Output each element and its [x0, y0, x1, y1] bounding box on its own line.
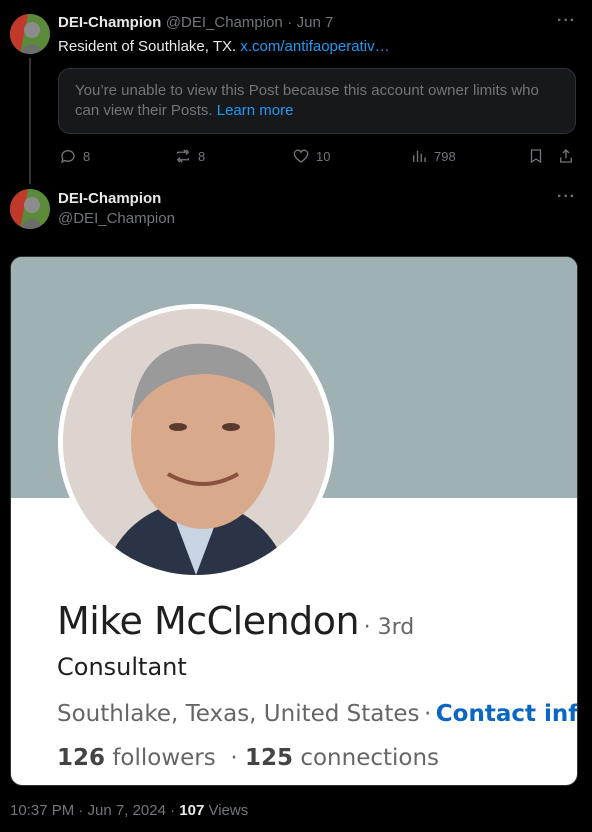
profile-location: Southlake, Texas, United States	[57, 701, 420, 727]
profile-name-row: Mike McClendon · 3rd	[57, 599, 414, 643]
followers-label: followers	[112, 745, 216, 771]
views-button[interactable]: 798	[410, 147, 456, 165]
connection-degree: · 3rd	[363, 615, 415, 640]
tweet-body: Resident of Southlake, TX.	[58, 38, 237, 55]
tweet-date[interactable]: Jun 7	[297, 14, 334, 31]
tweet-link[interactable]: x.com/antifaoperativ…	[240, 38, 389, 55]
author-name[interactable]: DEI-Champion	[58, 14, 161, 31]
avatar[interactable]	[10, 189, 50, 229]
avatar-image	[10, 14, 50, 54]
connections-count: 125	[245, 745, 294, 771]
tweet-timestamp[interactable]: 10:37 PM · Jun 7, 2024 ·	[10, 802, 175, 819]
repost-button[interactable]: 8	[174, 147, 205, 165]
profile-headline: Consultant	[57, 653, 187, 681]
views-count: 798	[434, 148, 456, 164]
author-handle[interactable]: @DEI_Champion	[166, 14, 283, 31]
connections-label: connections	[300, 745, 440, 771]
profile-photo	[58, 304, 334, 580]
tweet-header: DEI-Champion @DEI_Champion · Jun 7	[58, 14, 333, 32]
views-number: 107	[179, 802, 205, 819]
views-label: Views	[208, 802, 249, 819]
reply-icon	[60, 150, 75, 164]
stats-separator: ·	[230, 745, 238, 771]
profile-stats: 126 followers · 125 connections	[57, 745, 439, 771]
repost-icon	[176, 149, 190, 163]
bookmark-icon	[530, 149, 542, 164]
restricted-post-notice: You’re unable to view this Post because …	[58, 68, 576, 134]
author-name[interactable]: DEI-Champion	[58, 190, 161, 207]
avatar-image	[10, 189, 50, 229]
followers-count: 126	[57, 745, 106, 771]
profile-location-row: Southlake, Texas, United States · Contac…	[57, 701, 578, 727]
heart-icon	[293, 149, 309, 163]
views-icon	[413, 150, 426, 162]
repost-count: 8	[198, 148, 206, 164]
tweet-meta: 10:37 PM · Jun 7, 2024 · 107 Views	[10, 802, 248, 819]
tweet-text: Resident of Southlake, TX. x.com/antifao…	[58, 38, 390, 55]
header-separator: ·	[287, 14, 293, 31]
more-icon[interactable]: ···	[557, 12, 576, 30]
reply-button[interactable]: 8	[59, 147, 90, 165]
attached-image[interactable]: Mike McClendon · 3rd Consultant Southlak…	[10, 256, 578, 786]
contact-info-link: Contact info	[435, 701, 578, 727]
author-handle[interactable]: @DEI_Champion	[58, 210, 175, 227]
profile-name: Mike McClendon	[57, 599, 360, 643]
learn-more-link[interactable]: Learn more	[217, 102, 294, 119]
like-count: 10	[316, 148, 331, 164]
reply-count: 8	[83, 148, 91, 164]
share-button[interactable]	[557, 147, 575, 165]
more-icon[interactable]: ···	[557, 188, 576, 206]
bookmark-button[interactable]	[527, 147, 545, 165]
avatar[interactable]	[10, 14, 50, 54]
profile-photo-image	[63, 309, 329, 575]
notice-text: You’re unable to view this Post because …	[75, 82, 539, 119]
location-separator: ·	[424, 701, 432, 727]
thread-line	[29, 58, 31, 184]
like-button[interactable]: 10	[292, 147, 330, 165]
share-icon	[560, 149, 572, 163]
